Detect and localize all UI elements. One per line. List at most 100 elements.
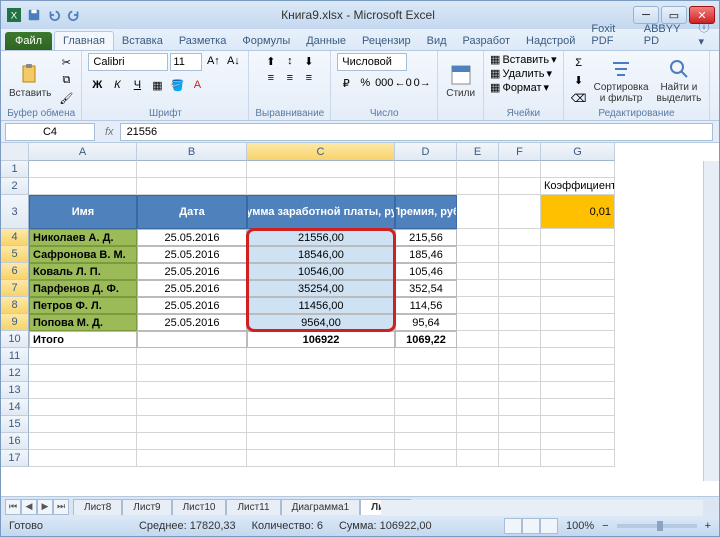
cell[interactable] <box>457 195 499 229</box>
tab-file[interactable]: Файл <box>5 32 52 50</box>
save-icon[interactable] <box>25 6 43 24</box>
cut-icon[interactable]: ✂ <box>57 55 75 71</box>
decrease-decimal-icon[interactable]: 0→ <box>413 75 431 91</box>
select-all-corner[interactable] <box>1 143 29 161</box>
cell[interactable] <box>499 246 541 263</box>
increase-font-icon[interactable]: A↑ <box>204 53 222 69</box>
cell[interactable] <box>395 382 457 399</box>
find-select-button[interactable]: Найти и выделить <box>655 55 704 106</box>
row-header-14[interactable]: 14 <box>1 399 29 416</box>
row-header-12[interactable]: 12 <box>1 365 29 382</box>
cell[interactable] <box>29 178 137 195</box>
paste-button[interactable]: Вставить <box>7 61 53 101</box>
date-cell[interactable]: 25.05.2016 <box>137 246 247 263</box>
cell[interactable] <box>499 178 541 195</box>
cell[interactable] <box>457 450 499 467</box>
table-header[interactable]: Имя <box>29 195 137 229</box>
autosum-icon[interactable]: Σ <box>570 55 588 71</box>
cell[interactable] <box>29 433 137 450</box>
cell[interactable] <box>29 450 137 467</box>
sheet-tab-Лист9[interactable]: Лист9 <box>122 499 171 515</box>
increase-decimal-icon[interactable]: ←0 <box>394 75 412 91</box>
tab-review[interactable]: Рецензир <box>354 32 419 50</box>
excel-icon[interactable]: X <box>5 6 23 24</box>
cell[interactable] <box>541 297 615 314</box>
cell[interactable] <box>247 365 395 382</box>
cell[interactable] <box>541 365 615 382</box>
cell[interactable] <box>541 399 615 416</box>
copy-icon[interactable]: ⧉ <box>57 73 75 89</box>
cell[interactable] <box>499 365 541 382</box>
table-header[interactable]: Дата <box>137 195 247 229</box>
cell[interactable] <box>457 382 499 399</box>
tab-foxit[interactable]: Foxit PDF <box>583 20 635 50</box>
align-right-icon[interactable]: ≡ <box>300 70 318 86</box>
font-size-select[interactable] <box>170 53 202 71</box>
currency-icon[interactable]: ₽ <box>337 75 355 91</box>
decrease-font-icon[interactable]: A↓ <box>224 53 242 69</box>
name-cell[interactable]: Николаев А. Д. <box>29 229 137 246</box>
cell[interactable] <box>247 382 395 399</box>
cell[interactable] <box>247 433 395 450</box>
formula-bar[interactable] <box>120 123 713 141</box>
cell[interactable] <box>541 382 615 399</box>
tab-formulas[interactable]: Формулы <box>234 32 298 50</box>
sort-filter-button[interactable]: Сортировка и фильтр <box>592 55 651 106</box>
cell[interactable] <box>457 161 499 178</box>
cell[interactable] <box>137 178 247 195</box>
cell[interactable] <box>457 229 499 246</box>
date-cell[interactable]: 25.05.2016 <box>137 297 247 314</box>
number-format-select[interactable] <box>337 53 407 71</box>
cell[interactable] <box>247 348 395 365</box>
tab-nav-last[interactable]: ⏭ <box>53 499 69 515</box>
salary-cell[interactable]: 21556,00 <box>247 229 395 246</box>
clear-icon[interactable]: ⌫ <box>570 91 588 107</box>
row-header-8[interactable]: 8 <box>1 297 29 314</box>
row-header-10[interactable]: 10 <box>1 331 29 348</box>
cell[interactable] <box>29 382 137 399</box>
table-header[interactable]: Сумма заработной платы, руб <box>247 195 395 229</box>
column-header-A[interactable]: A <box>29 143 137 161</box>
cell[interactable] <box>247 178 395 195</box>
cell[interactable] <box>395 450 457 467</box>
name-cell[interactable]: Парфенов Д. Ф. <box>29 280 137 297</box>
name-cell[interactable]: Попова М. Д. <box>29 314 137 331</box>
column-header-G[interactable]: G <box>541 143 615 161</box>
help-icon[interactable]: ⓘ ▾ <box>692 17 719 50</box>
cell[interactable] <box>541 161 615 178</box>
cell[interactable] <box>395 433 457 450</box>
salary-cell[interactable]: 18546,00 <box>247 246 395 263</box>
bold-icon[interactable]: Ж <box>88 77 106 93</box>
total-label[interactable]: Итого <box>29 331 137 348</box>
cell[interactable] <box>499 280 541 297</box>
align-bottom-icon[interactable]: ⬇ <box>300 53 318 69</box>
row-header-7[interactable]: 7 <box>1 280 29 297</box>
cell[interactable] <box>541 331 615 348</box>
cell[interactable] <box>499 399 541 416</box>
cell[interactable] <box>541 229 615 246</box>
total-salary[interactable]: 106922 <box>247 331 395 348</box>
cell[interactable] <box>395 399 457 416</box>
cell[interactable] <box>457 331 499 348</box>
italic-icon[interactable]: К <box>108 77 126 93</box>
cell[interactable] <box>137 348 247 365</box>
view-normal-icon[interactable] <box>504 518 522 534</box>
bonus-cell[interactable]: 95,64 <box>395 314 457 331</box>
cell[interactable] <box>29 161 137 178</box>
column-header-F[interactable]: F <box>499 143 541 161</box>
tab-nav-first[interactable]: ⏮ <box>5 499 21 515</box>
delete-cells-button[interactable]: ▦ Удалить ▾ <box>490 67 552 80</box>
zoom-slider[interactable] <box>617 524 697 528</box>
tab-home[interactable]: Главная <box>54 31 114 50</box>
cell[interactable] <box>29 399 137 416</box>
cell[interactable] <box>499 229 541 246</box>
cell[interactable] <box>29 365 137 382</box>
salary-cell[interactable]: 11456,00 <box>247 297 395 314</box>
row-header-1[interactable]: 1 <box>1 161 29 178</box>
tab-data[interactable]: Данные <box>298 32 354 50</box>
cell[interactable] <box>541 416 615 433</box>
cell[interactable] <box>541 263 615 280</box>
coefficient-value[interactable]: 0,01 <box>541 195 615 229</box>
date-cell[interactable]: 25.05.2016 <box>137 263 247 280</box>
horizontal-scrollbar[interactable] <box>381 500 703 516</box>
